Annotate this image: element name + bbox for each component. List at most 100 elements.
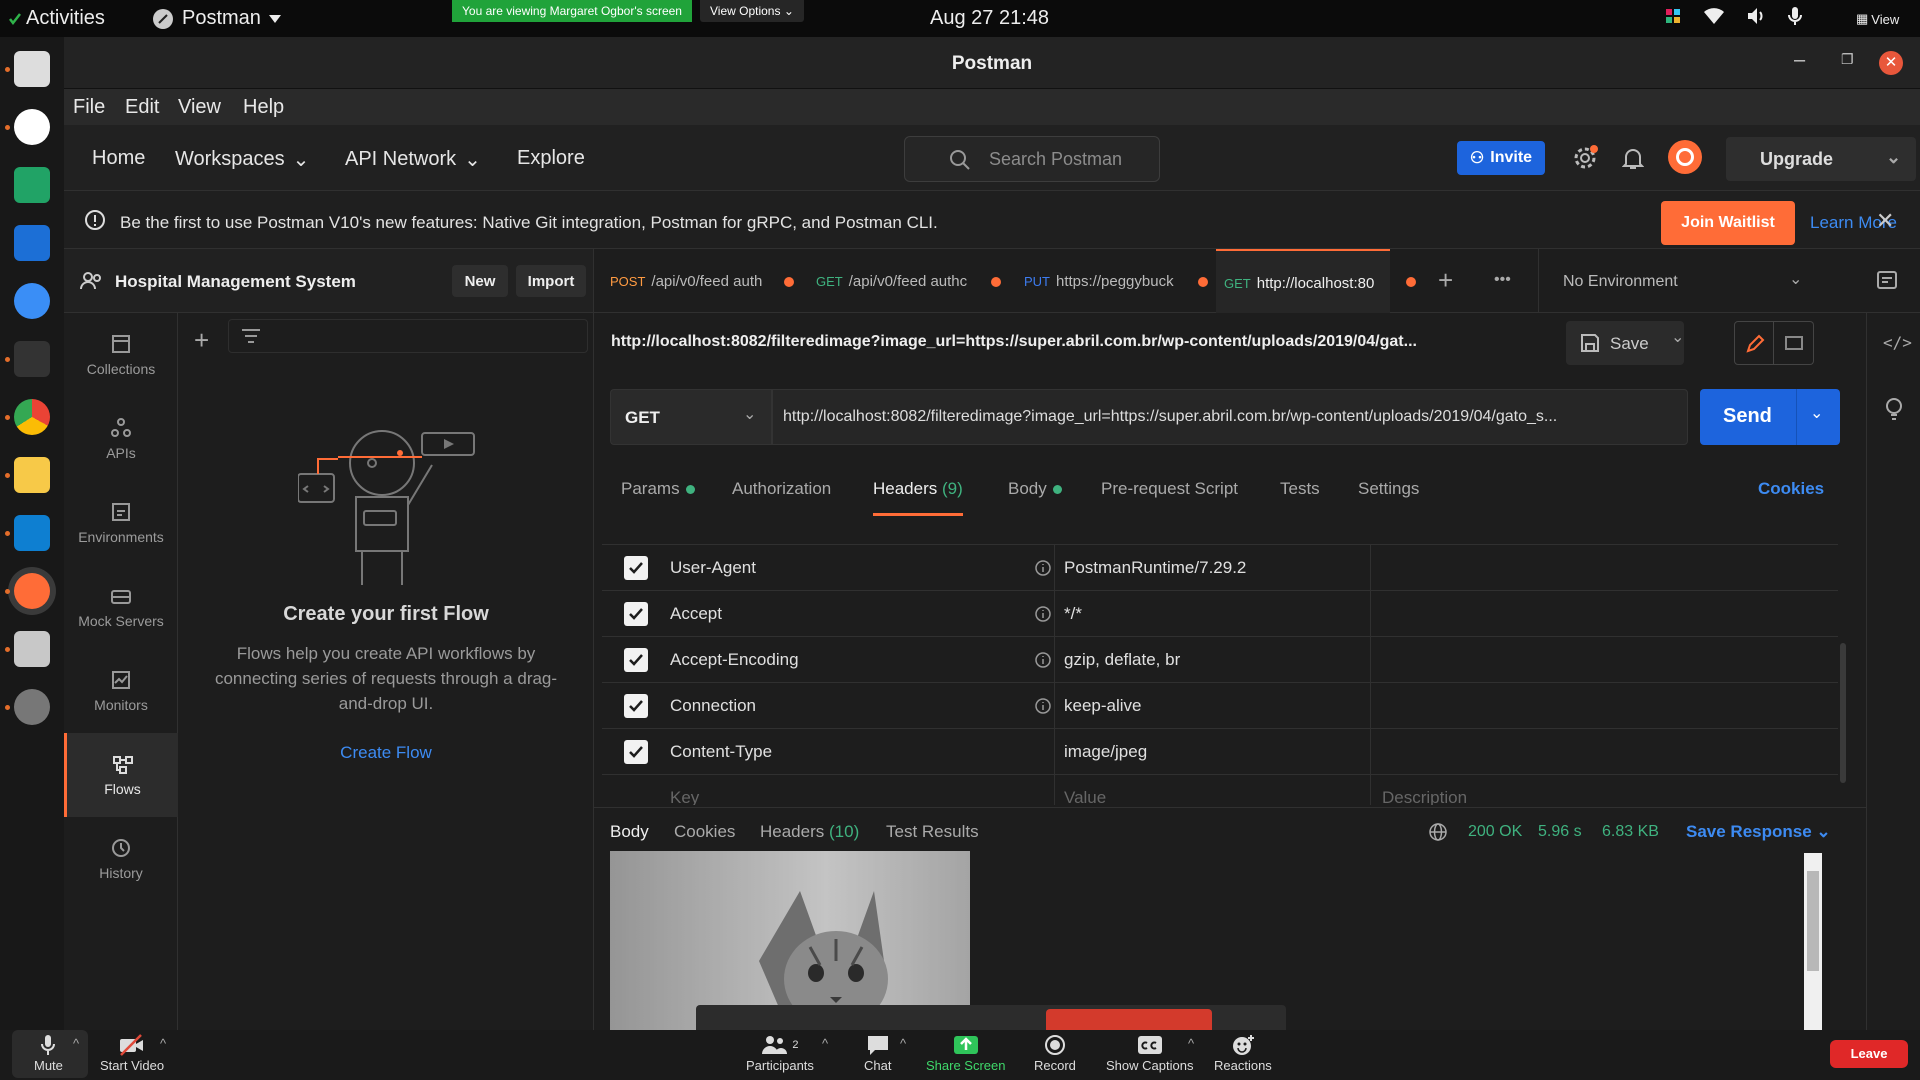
checkbox[interactable] [624,694,648,718]
checkbox[interactable] [624,740,648,764]
clock[interactable]: Aug 27 21:48 [930,7,1049,30]
maximize-icon[interactable]: ❐ [1841,51,1854,68]
chevron-down-icon[interactable]: ⌄ [1810,403,1823,423]
request-tab[interactable]: PUT https://peggybuck [1024,249,1200,313]
volume-icon[interactable] [1746,7,1766,25]
header-value[interactable]: keep-alive [1064,696,1142,716]
menu-file[interactable]: File [73,96,105,119]
notes-icon[interactable] [14,457,50,493]
chevron-down-icon[interactable]: ⌄ [1671,327,1684,347]
header-value[interactable]: */* [1064,604,1082,624]
create-flow-link[interactable]: Create Flow [178,743,594,763]
chrome-icon[interactable] [14,399,50,435]
header-value[interactable]: image/jpeg [1064,742,1147,762]
lightbulb-icon[interactable] [1884,397,1904,421]
response-time[interactable]: 5.96 s [1538,823,1582,841]
header-value[interactable]: gzip, deflate, br [1064,650,1180,670]
sidebar-item-monitors[interactable]: Monitors [64,649,178,733]
join-waitlist-button[interactable]: Join Waitlist [1661,201,1795,245]
system-tray[interactable] [1664,6,1802,26]
new-button[interactable]: New [452,265,508,297]
menu-help[interactable]: Help [243,96,284,119]
checkbox[interactable] [624,602,648,626]
response-size[interactable]: 6.83 KB [1602,823,1659,841]
avatar[interactable] [1668,140,1702,174]
comment-icon[interactable] [1774,321,1814,365]
code-icon[interactable]: </> [1883,333,1912,352]
import-button[interactable]: Import [516,265,586,297]
caret-up-icon[interactable]: ^ [822,1036,828,1051]
show-captions-button[interactable]: Show Captions [1106,1034,1193,1073]
header-key[interactable]: User-Agent [670,558,756,578]
response-tab-cookies[interactable]: Cookies [674,822,735,842]
sidebar-item-environments[interactable]: Environments [64,481,178,565]
scrollbar-thumb[interactable] [1807,871,1819,971]
teams-icon[interactable] [14,283,50,319]
close-icon[interactable]: ✕ [1876,208,1894,234]
cookies-link[interactable]: Cookies [1758,479,1824,499]
tab-headers[interactable]: Headers (9) [873,479,963,516]
chevron-down-icon[interactable]: ⌄ [1886,147,1901,168]
caret-up-icon[interactable]: ^ [1188,1036,1194,1051]
tab-settings[interactable]: Settings [1358,479,1419,499]
settings-gear-icon[interactable] [1572,145,1598,171]
filter-input[interactable] [228,319,588,353]
header-key[interactable]: Content-Type [670,742,772,762]
environment-selector[interactable]: No Environment ⌄ [1538,249,1820,313]
tab-tests[interactable]: Tests [1280,479,1320,499]
activities-button[interactable]: Activities [8,7,105,30]
files-icon[interactable] [14,51,50,87]
sidebar-item-mock-servers[interactable]: Mock Servers [64,565,178,649]
globe-icon[interactable] [1428,822,1448,842]
request-tab[interactable]: POST/api/v0/feed auth [610,249,794,313]
request-tab[interactable]: GET/api/v0/feed authc [816,249,996,313]
info-icon[interactable] [1034,697,1052,715]
settings-app-icon[interactable] [14,689,50,725]
minimize-icon[interactable]: – [1794,49,1805,72]
environment-quick-look-icon[interactable] [1876,269,1898,291]
method-select[interactable]: GET ⌄ [610,389,772,445]
leave-button[interactable]: Leave [1830,1040,1908,1068]
url-input[interactable]: http://localhost:8082/filteredimage?imag… [772,389,1688,445]
key-placeholder[interactable]: Key [670,788,699,805]
outlook-icon[interactable] [14,225,50,261]
caret-up-icon[interactable]: ^ [160,1036,166,1051]
menu-view[interactable]: View [178,96,221,119]
tab-pre-request-script[interactable]: Pre-request Script [1101,479,1238,499]
sheets-icon[interactable] [14,167,50,203]
send-button[interactable]: Send ⌄ [1700,389,1840,445]
microphone-icon[interactable] [1788,6,1802,26]
workspace-name[interactable]: Hospital Management System [115,272,356,292]
postman-dock-icon[interactable] [14,573,50,609]
nav-workspaces[interactable]: Workspaces ⌄ [175,147,309,172]
save-response-button[interactable]: Save Response ⌄ [1686,822,1831,842]
nav-home[interactable]: Home [92,147,145,170]
scrollbar[interactable] [1840,643,1846,783]
header-key[interactable]: Accept-Encoding [670,650,799,670]
reactions-button[interactable]: Reactions [1214,1034,1272,1073]
value-placeholder[interactable]: Value [1064,788,1106,805]
slack-icon[interactable] [1664,7,1682,25]
checkbox[interactable] [624,556,648,580]
new-tab-icon[interactable]: + [1438,265,1453,296]
tab-authorization[interactable]: Authorization [732,479,831,499]
sidebar-item-apis[interactable]: APIs [64,397,178,481]
floating-stop-button[interactable] [1046,1009,1212,1030]
checkbox[interactable] [624,648,648,672]
mute-button[interactable]: Mute [34,1034,63,1073]
more-tabs-icon[interactable]: ••• [1494,271,1511,289]
image-scrollbar[interactable] [1804,853,1822,1030]
sidebar-item-collections[interactable]: Collections [64,313,178,397]
request-name[interactable]: http://localhost:8082/filteredimage?imag… [611,333,1511,351]
tab-params[interactable]: Params [621,479,695,499]
header-key[interactable]: Connection [670,696,756,716]
invite-button[interactable]: ⚇ Invite [1457,141,1545,175]
start-video-button[interactable]: Start Video [100,1034,164,1073]
wifi-icon[interactable] [1704,8,1724,24]
share-screen-button[interactable]: Share Screen [926,1034,1006,1073]
description-placeholder[interactable]: Description [1382,788,1467,805]
info-icon[interactable] [1034,605,1052,623]
record-button[interactable]: Record [1034,1034,1076,1073]
nav-api-network[interactable]: API Network ⌄ [345,147,481,172]
response-tab-headers[interactable]: Headers (10) [760,822,859,842]
